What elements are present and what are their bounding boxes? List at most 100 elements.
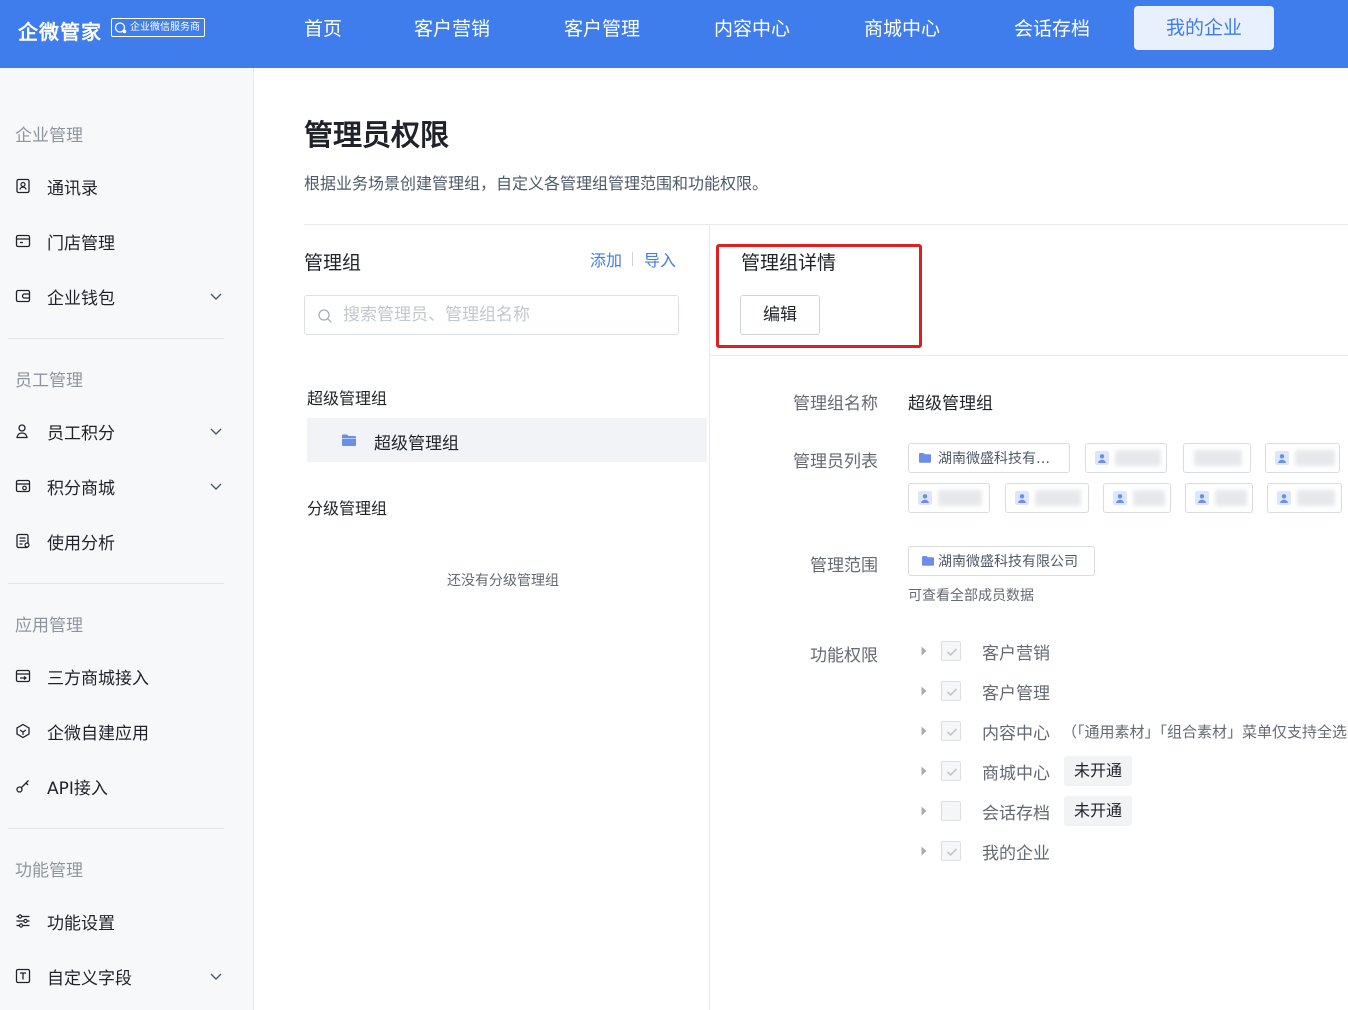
admin-tag xyxy=(1183,443,1251,473)
wallet-icon xyxy=(15,289,31,303)
sidebar-item-label: 使用分析 xyxy=(47,533,115,554)
permission-row-content-center[interactable]: 内容中心 （「通用素材」「组合素材」菜单仅支持全选 xyxy=(918,718,1347,744)
permission-row-customer-marketing[interactable]: 客户营销 xyxy=(918,638,1050,664)
analysis-icon xyxy=(16,533,30,549)
nav-my-enterprise[interactable]: 我的企业 xyxy=(1134,6,1274,50)
user-icon xyxy=(1277,491,1291,505)
top-bar: 企微管家 企业微信服务商 首页 客户营销 客户管理 内容中心 商城中心 会话存档… xyxy=(0,0,1348,68)
user-icon xyxy=(16,424,28,439)
mall-icon xyxy=(15,479,31,493)
admin-tag xyxy=(908,483,990,513)
group-search-input[interactable] xyxy=(343,303,663,327)
sidebar-item-api[interactable]: API接入 xyxy=(15,771,225,801)
chevron-down-icon xyxy=(210,973,222,980)
nav-mall-center[interactable]: 商城中心 xyxy=(864,0,940,58)
nav-content-center[interactable]: 内容中心 xyxy=(714,0,790,58)
caret-right-icon[interactable] xyxy=(918,845,930,857)
sidebar-item-third-party-mall[interactable]: 三方商城接入 xyxy=(15,661,225,691)
permission-label: 客户管理 xyxy=(982,683,1050,704)
sidebar-item-custom-fields[interactable]: 自定义字段 xyxy=(15,961,225,991)
scope-tag-label: 湖南微盛科技有限公司 xyxy=(938,554,1078,570)
user-icon xyxy=(1275,451,1289,465)
permission-checkbox[interactable] xyxy=(941,801,961,821)
blurred-name xyxy=(938,490,982,506)
key-icon xyxy=(16,780,29,793)
sidebar-item-contacts[interactable]: 通讯录 xyxy=(15,171,225,201)
permission-label: 商城中心 xyxy=(982,763,1050,784)
sidebar-item-employee-points[interactable]: 员工积分 xyxy=(15,416,225,446)
admin-tag xyxy=(1085,443,1167,473)
folder-icon xyxy=(342,434,356,446)
nav-home[interactable]: 首页 xyxy=(304,0,342,58)
add-group-link[interactable]: 添加 xyxy=(590,247,622,271)
permission-checkbox[interactable] xyxy=(941,761,961,781)
sidebar-item-label: 员工积分 xyxy=(47,423,115,444)
import-group-link[interactable]: 导入 xyxy=(644,247,676,271)
sidebar-divider xyxy=(8,828,224,829)
permissions-label: 功能权限 xyxy=(810,646,878,666)
sidebar-item-points-mall[interactable]: 积分商城 xyxy=(15,471,225,501)
sidebar-item-wallet[interactable]: 企业钱包 xyxy=(15,281,225,311)
group-name-value: 超级管理组 xyxy=(908,394,993,414)
caret-right-icon[interactable] xyxy=(918,685,930,697)
scope-note: 可查看全部成员数据 xyxy=(908,588,1034,604)
detail-divider xyxy=(710,355,1348,356)
brand-badge: 企业微信服务商 xyxy=(111,18,205,37)
admin-tag xyxy=(1267,483,1342,513)
permission-label: 客户营销 xyxy=(982,643,1050,664)
group-search-box[interactable] xyxy=(304,295,679,335)
nav-chat-archive[interactable]: 会话存档 xyxy=(1014,0,1090,58)
page-title: 管理员权限 xyxy=(304,118,450,152)
sidebar-item-label: 自定义字段 xyxy=(47,968,132,989)
folder-icon xyxy=(922,556,934,566)
sidebar-item-label: 三方商城接入 xyxy=(47,668,149,689)
admin-tag: 湖南微盛科技有… xyxy=(908,443,1070,473)
sidebar-section-title: 功能管理 xyxy=(15,861,83,881)
app-icon xyxy=(16,723,30,739)
permission-row-customer-management[interactable]: 客户管理 xyxy=(918,678,1050,704)
highlight-box xyxy=(716,244,922,348)
user-icon xyxy=(1015,491,1029,505)
sidebar-item-feature-settings[interactable]: 功能设置 xyxy=(15,906,225,936)
sidebar-item-stores[interactable]: 门店管理 xyxy=(15,226,225,256)
sidebar-section-title: 应用管理 xyxy=(15,616,83,636)
permission-note: （「通用素材」「组合素材」菜单仅支持全选 xyxy=(1062,722,1348,741)
permission-label: 内容中心 xyxy=(982,723,1050,744)
permission-row-my-enterprise[interactable]: 我的企业 xyxy=(918,838,1050,864)
permission-checkbox[interactable] xyxy=(941,641,961,661)
caret-right-icon[interactable] xyxy=(918,805,930,817)
caret-right-icon[interactable] xyxy=(918,765,930,777)
admin-tag xyxy=(1185,483,1253,513)
group-item-label: 超级管理组 xyxy=(374,434,459,454)
sidebar-section-title: 企业管理 xyxy=(15,126,83,146)
permission-checkbox[interactable] xyxy=(941,721,961,741)
group-item-super-admin[interactable]: 超级管理组 xyxy=(307,418,707,462)
blurred-name xyxy=(1035,490,1081,506)
page-description: 根据业务场景创建管理组，自定义各管理组管理范围和功能权限。 xyxy=(304,174,769,193)
nav-customer-marketing[interactable]: 客户营销 xyxy=(414,0,490,58)
permission-checkbox[interactable] xyxy=(941,841,961,861)
folder-icon xyxy=(919,453,931,463)
wecom-icon xyxy=(114,21,127,33)
sidebar-item-label: 企微自建应用 xyxy=(47,723,149,744)
permission-row-chat-archive[interactable]: 会话存档 未开通 xyxy=(918,796,1133,826)
group-name-label: 管理组名称 xyxy=(793,394,878,414)
blurred-name xyxy=(1295,450,1335,466)
sidebar-item-label: 门店管理 xyxy=(47,233,115,254)
permission-label: 会话存档 xyxy=(982,803,1050,824)
caret-right-icon[interactable] xyxy=(918,725,930,737)
sidebar-divider xyxy=(8,338,224,339)
user-icon xyxy=(1195,491,1209,505)
permission-row-mall-center[interactable]: 商城中心 未开通 xyxy=(918,756,1133,786)
sidebar-item-usage-analysis[interactable]: 使用分析 xyxy=(15,526,225,556)
panel-divider xyxy=(709,225,710,1010)
blurred-name xyxy=(1115,450,1161,466)
nav-customer-management[interactable]: 客户管理 xyxy=(564,0,640,58)
permission-checkbox[interactable] xyxy=(941,681,961,701)
status-badge: 未开通 xyxy=(1064,796,1133,826)
status-badge: 未开通 xyxy=(1064,756,1133,786)
caret-right-icon[interactable] xyxy=(918,645,930,657)
sidebar-item-custom-app[interactable]: 企微自建应用 xyxy=(15,716,225,746)
sidebar-section-title: 员工管理 xyxy=(15,371,83,391)
admin-tag xyxy=(1103,483,1171,513)
